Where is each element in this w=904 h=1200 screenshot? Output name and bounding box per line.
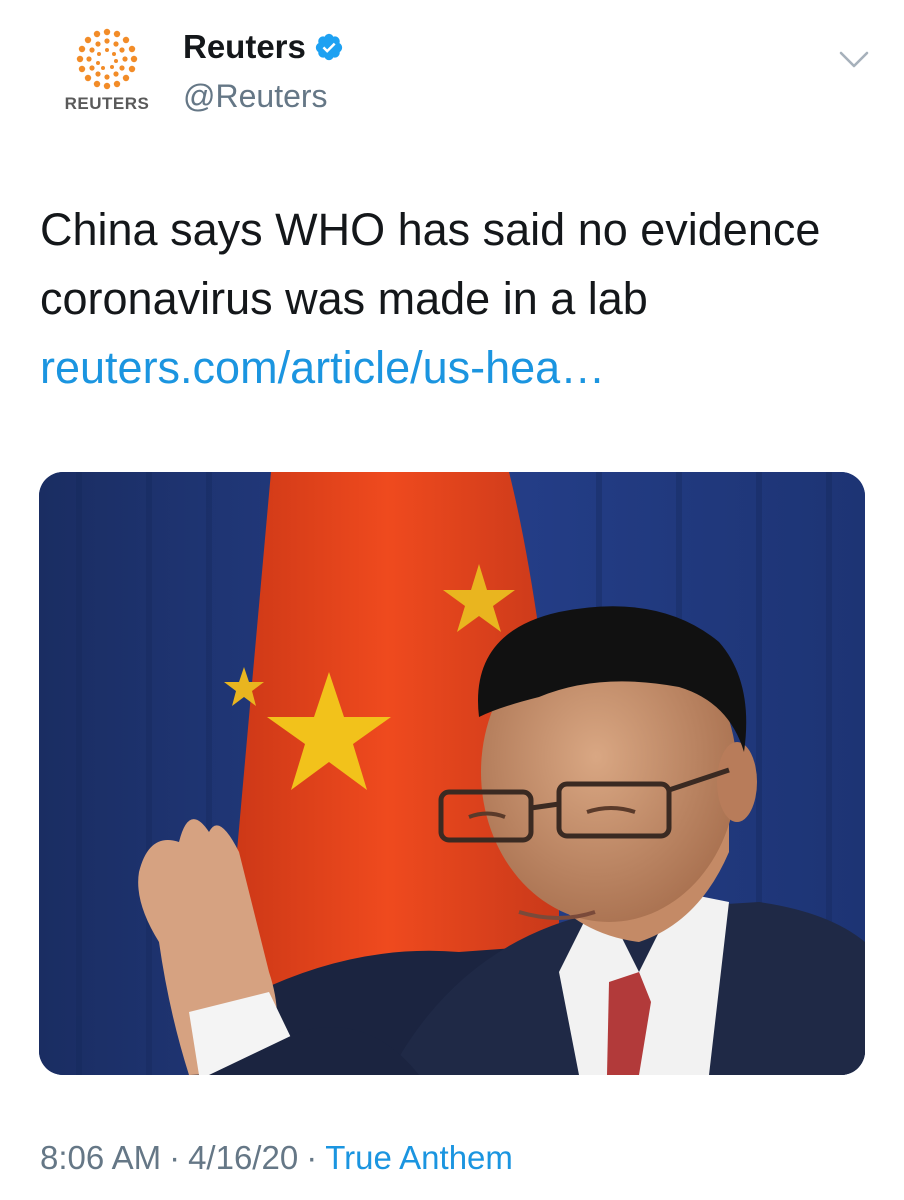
tweet-meta: 8:06 AM · 4/16/20 · True Anthem [40,1138,513,1178]
avatar-wordmark: REUTERS [64,94,150,113]
tweet-date[interactable]: 4/16/20 [188,1139,298,1176]
author-name-row[interactable]: Reuters [183,30,344,63]
tweet-card: REUTERS Reuters @Reuters China says WHO … [0,0,904,1200]
tweet-source[interactable]: True Anthem [325,1139,513,1176]
chevron-down-icon[interactable] [838,48,870,72]
meta-separator: · [306,1139,318,1176]
tweet-time[interactable]: 8:06 AM [40,1139,161,1176]
author-handle[interactable]: @Reuters [183,80,328,112]
tweet-photo[interactable] [39,472,865,1075]
author-display-name[interactable]: Reuters [183,30,306,63]
meta-separator: · [169,1139,181,1176]
avatar[interactable]: REUTERS [52,28,162,118]
tweet-body: China says WHO has said no evidence coro… [40,204,821,324]
tweet-link[interactable]: reuters.com/article/us-hea… [40,342,605,393]
verified-badge-icon [315,33,343,60]
reuters-logo-icon [76,28,138,90]
photo-image [39,472,865,1075]
tweet-text: China says WHO has said no evidence coro… [40,195,870,402]
